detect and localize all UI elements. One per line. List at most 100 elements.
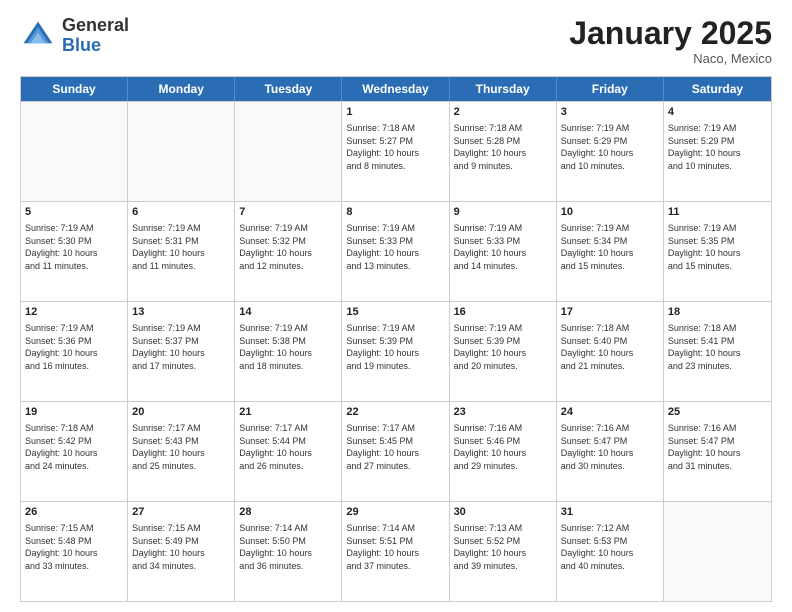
calendar-cell: 26 Sunrise: 7:15 AM Sunset: 5:48 PM Dayli… [21, 502, 128, 601]
page: General Blue January 2025 Naco, Mexico S… [0, 0, 792, 612]
calendar-cell: 6Sunrise: 7:19 AM Sunset: 5:31 PM Daylig… [128, 202, 235, 301]
logo-blue: Blue [62, 36, 129, 56]
day-number: 10 [561, 205, 659, 220]
day-number: 16 [454, 305, 552, 320]
cell-info: Sunrise: 7:19 AM Sunset: 5:29 PM Dayligh… [668, 122, 767, 172]
day-number: 7 [239, 205, 337, 220]
calendar-cell: 5 Sunrise: 7:19 AM Sunset: 5:30 PM Daylig… [21, 202, 128, 301]
calendar-cell: 1 Sunrise: 7:18 AM Sunset: 5:27 PM Daylig… [342, 102, 449, 201]
day-number: 19 [25, 405, 123, 420]
calendar-cell: 28 Sunrise: 7:14 AM Sunset: 5:50 PM Dayli… [235, 502, 342, 601]
month-title: January 2025 [569, 16, 772, 51]
header-day-tuesday: Tuesday [235, 77, 342, 101]
calendar-cell: 24 Sunrise: 7:16 AM Sunset: 5:47 PM Dayli… [557, 402, 664, 501]
location: Naco, Mexico [569, 51, 772, 66]
cell-info: Sunrise: 7:19 AM Sunset: 5:29 PM Dayligh… [561, 122, 659, 172]
day-number: 9 [454, 205, 552, 220]
calendar-cell [664, 502, 771, 601]
header-day-saturday: Saturday [664, 77, 771, 101]
day-number: 8 [346, 205, 444, 220]
cell-info: Sunrise: 7:18 AM Sunset: 5:42 PM Dayligh… [25, 422, 123, 472]
day-number: 2 [454, 105, 552, 120]
cell-info: Sunrise: 7:19 AM Sunset: 5:33 PM Dayligh… [346, 222, 444, 272]
day-number: 13 [132, 305, 230, 320]
logo-icon [20, 18, 56, 54]
logo: General Blue [20, 16, 129, 56]
cell-info: Sunrise: 7:19 AM Sunset: 5:36 PM Dayligh… [25, 322, 123, 372]
cell-info: Sunrise: 7:15 AM Sunset: 5:48 PM Dayligh… [25, 522, 123, 572]
title-block: January 2025 Naco, Mexico [569, 16, 772, 66]
calendar-cell: 16 Sunrise: 7:19 AM Sunset: 5:39 PM Dayli… [450, 302, 557, 401]
day-number: 23 [454, 405, 552, 420]
day-number: 3 [561, 105, 659, 120]
header-day-sunday: Sunday [21, 77, 128, 101]
header-day-wednesday: Wednesday [342, 77, 449, 101]
calendar-cell [21, 102, 128, 201]
day-number: 12 [25, 305, 123, 320]
calendar-cell: 11Sunrise: 7:19 AM Sunset: 5:35 PM Dayli… [664, 202, 771, 301]
cell-info: Sunrise: 7:19 AM Sunset: 5:32 PM Dayligh… [239, 222, 337, 272]
day-number: 31 [561, 505, 659, 520]
cell-info: Sunrise: 7:17 AM Sunset: 5:43 PM Dayligh… [132, 422, 230, 472]
calendar-row-1: 5 Sunrise: 7:19 AM Sunset: 5:30 PM Daylig… [21, 201, 771, 301]
day-number: 26 [25, 505, 123, 520]
cell-info: Sunrise: 7:18 AM Sunset: 5:28 PM Dayligh… [454, 122, 552, 172]
cell-info: Sunrise: 7:19 AM Sunset: 5:30 PM Dayligh… [25, 222, 123, 272]
day-number: 6 [132, 205, 230, 220]
calendar-cell: 7 Sunrise: 7:19 AM Sunset: 5:32 PM Daylig… [235, 202, 342, 301]
calendar-row-0: 1 Sunrise: 7:18 AM Sunset: 5:27 PM Daylig… [21, 101, 771, 201]
day-number: 20 [132, 405, 230, 420]
calendar-cell: 27 Sunrise: 7:15 AM Sunset: 5:49 PM Dayli… [128, 502, 235, 601]
calendar-cell: 4 Sunrise: 7:19 AM Sunset: 5:29 PM Daylig… [664, 102, 771, 201]
calendar-row-3: 19 Sunrise: 7:18 AM Sunset: 5:42 PM Dayli… [21, 401, 771, 501]
cell-info: Sunrise: 7:19 AM Sunset: 5:39 PM Dayligh… [454, 322, 552, 372]
day-number: 27 [132, 505, 230, 520]
calendar-cell: 9Sunrise: 7:19 AM Sunset: 5:33 PM Daylig… [450, 202, 557, 301]
day-number: 21 [239, 405, 337, 420]
day-number: 24 [561, 405, 659, 420]
day-number: 15 [346, 305, 444, 320]
cell-info: Sunrise: 7:15 AM Sunset: 5:49 PM Dayligh… [132, 522, 230, 572]
calendar-cell: 14 Sunrise: 7:19 AM Sunset: 5:38 PM Dayli… [235, 302, 342, 401]
cell-info: Sunrise: 7:12 AM Sunset: 5:53 PM Dayligh… [561, 522, 659, 572]
day-number: 1 [346, 105, 444, 120]
calendar-cell: 2 Sunrise: 7:18 AM Sunset: 5:28 PM Daylig… [450, 102, 557, 201]
cell-info: Sunrise: 7:18 AM Sunset: 5:41 PM Dayligh… [668, 322, 767, 372]
calendar-row-4: 26 Sunrise: 7:15 AM Sunset: 5:48 PM Dayli… [21, 501, 771, 601]
logo-text: General Blue [62, 16, 129, 56]
calendar-cell: 22Sunrise: 7:17 AM Sunset: 5:45 PM Dayli… [342, 402, 449, 501]
day-number: 29 [346, 505, 444, 520]
day-number: 5 [25, 205, 123, 220]
calendar-cell: 12 Sunrise: 7:19 AM Sunset: 5:36 PM Dayli… [21, 302, 128, 401]
cell-info: Sunrise: 7:19 AM Sunset: 5:34 PM Dayligh… [561, 222, 659, 272]
cell-info: Sunrise: 7:16 AM Sunset: 5:46 PM Dayligh… [454, 422, 552, 472]
calendar-row-2: 12 Sunrise: 7:19 AM Sunset: 5:36 PM Dayli… [21, 301, 771, 401]
cell-info: Sunrise: 7:16 AM Sunset: 5:47 PM Dayligh… [561, 422, 659, 472]
calendar-cell: 29Sunrise: 7:14 AM Sunset: 5:51 PM Dayli… [342, 502, 449, 601]
day-number: 14 [239, 305, 337, 320]
cell-info: Sunrise: 7:17 AM Sunset: 5:45 PM Dayligh… [346, 422, 444, 472]
day-number: 4 [668, 105, 767, 120]
day-number: 30 [454, 505, 552, 520]
calendar-cell: 21 Sunrise: 7:17 AM Sunset: 5:44 PM Dayli… [235, 402, 342, 501]
cell-info: Sunrise: 7:17 AM Sunset: 5:44 PM Dayligh… [239, 422, 337, 472]
calendar-cell: 20 Sunrise: 7:17 AM Sunset: 5:43 PM Dayli… [128, 402, 235, 501]
calendar-cell: 25Sunrise: 7:16 AM Sunset: 5:47 PM Dayli… [664, 402, 771, 501]
cell-info: Sunrise: 7:18 AM Sunset: 5:27 PM Dayligh… [346, 122, 444, 172]
logo-general: General [62, 16, 129, 36]
calendar-cell: 8 Sunrise: 7:19 AM Sunset: 5:33 PM Daylig… [342, 202, 449, 301]
calendar-header: SundayMondayTuesdayWednesdayThursdayFrid… [21, 77, 771, 101]
day-number: 28 [239, 505, 337, 520]
cell-info: Sunrise: 7:14 AM Sunset: 5:50 PM Dayligh… [239, 522, 337, 572]
calendar-cell [235, 102, 342, 201]
cell-info: Sunrise: 7:16 AM Sunset: 5:47 PM Dayligh… [668, 422, 767, 472]
calendar-cell: 10 Sunrise: 7:19 AM Sunset: 5:34 PM Dayli… [557, 202, 664, 301]
cell-info: Sunrise: 7:19 AM Sunset: 5:38 PM Dayligh… [239, 322, 337, 372]
calendar: SundayMondayTuesdayWednesdayThursdayFrid… [20, 76, 772, 602]
cell-info: Sunrise: 7:19 AM Sunset: 5:35 PM Dayligh… [668, 222, 767, 272]
cell-info: Sunrise: 7:19 AM Sunset: 5:37 PM Dayligh… [132, 322, 230, 372]
calendar-body: 1 Sunrise: 7:18 AM Sunset: 5:27 PM Daylig… [21, 101, 771, 601]
header-day-thursday: Thursday [450, 77, 557, 101]
cell-info: Sunrise: 7:18 AM Sunset: 5:40 PM Dayligh… [561, 322, 659, 372]
header: General Blue January 2025 Naco, Mexico [20, 16, 772, 66]
